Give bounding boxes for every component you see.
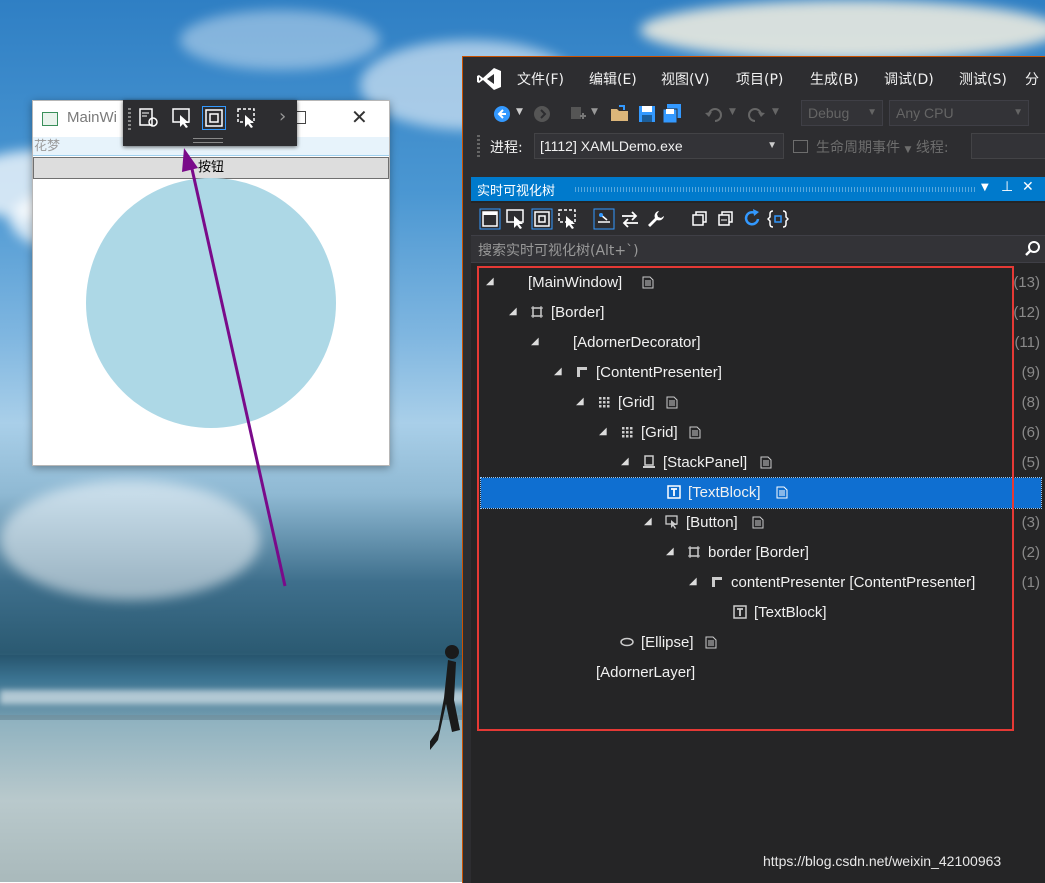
menu-edit[interactable]: 编辑(E)	[589, 69, 637, 89]
back-dropdown-icon[interactable]: ▼	[516, 107, 523, 117]
vs-menu-bar: 文件(F) 编辑(E) 视图(V) 项目(P) 生成(B) 调试(D) 测试(S…	[463, 65, 1045, 93]
forward-icon[interactable]	[531, 103, 553, 125]
in-app-toolbar: ›	[123, 100, 297, 146]
chevron-right-icon[interactable]: ›	[279, 106, 286, 127]
descendant-count: (2)	[1021, 544, 1040, 561]
lifecycle-events-button[interactable]: 生命周期事件 ▼ 线程:	[793, 137, 949, 157]
menu-debug[interactable]: 调试(D)	[884, 69, 934, 89]
menu-more[interactable]: 分	[1025, 69, 1039, 89]
close-icon[interactable]: ✕	[1022, 179, 1034, 195]
redo-icon[interactable]	[745, 103, 767, 125]
track-focused-element-icon[interactable]	[557, 208, 579, 230]
panel-title: 实时可视化树	[477, 184, 556, 199]
vs-standard-toolbar: ▼ ▼ ▼ ▼ Debug ▼ Any CPU ▼	[463, 99, 1045, 129]
toolbar-grip-icon[interactable]	[128, 108, 131, 130]
beach	[0, 720, 470, 882]
show-in-app-toolbar-icon[interactable]	[479, 208, 501, 230]
runner-silhouette	[430, 645, 460, 750]
lifecycle-events-label: 生命周期事件	[816, 140, 900, 156]
descendant-count: (13)	[1013, 274, 1040, 291]
save-all-icon[interactable]	[661, 103, 683, 125]
open-folder-icon[interactable]	[609, 103, 631, 125]
app-main-window: MainWi ✕ 花梦 按钮	[32, 100, 390, 466]
save-icon[interactable]	[636, 103, 658, 125]
window-icon	[42, 112, 58, 126]
app-button[interactable]: 按钮	[33, 157, 389, 179]
bindings-icon[interactable]	[767, 208, 789, 230]
panel-toolbar	[471, 203, 1045, 235]
refresh-icon[interactable]	[741, 208, 763, 230]
thread-label: 线程:	[915, 140, 949, 156]
cloud	[0, 480, 260, 600]
show-just-my-xaml-icon[interactable]	[593, 208, 615, 230]
process-value: [1112] XAMLDemo.exe	[540, 138, 683, 154]
back-icon[interactable]	[491, 103, 513, 125]
chevron-down-icon: ▼	[867, 107, 877, 118]
close-icon[interactable]: ✕	[351, 105, 368, 129]
select-element-icon[interactable]	[170, 106, 194, 130]
collapse-all-icon[interactable]	[715, 208, 737, 230]
search-box[interactable]: 搜索实时可视化树(Alt+`)	[471, 235, 1045, 263]
descendant-count: (8)	[1021, 394, 1040, 411]
switch-tree-icon[interactable]	[619, 208, 641, 230]
chevron-down-icon: ▼	[904, 145, 912, 155]
process-combo[interactable]: [1112] XAMLDemo.exe ▼	[534, 133, 784, 159]
descendant-count: (5)	[1021, 454, 1040, 471]
search-input[interactable]: 搜索实时可视化树(Alt+`)	[478, 240, 639, 260]
app-window-title: MainWi	[67, 109, 118, 126]
pin-icon[interactable]: ⊥	[1001, 179, 1013, 195]
descendant-count: (6)	[1021, 424, 1040, 441]
select-element-icon[interactable]	[505, 208, 527, 230]
solution-platform-combo[interactable]: Any CPU ▼	[889, 100, 1029, 126]
redo-dropdown-icon[interactable]: ▼	[772, 107, 779, 117]
search-icon[interactable]	[1024, 240, 1042, 258]
display-layout-adorners-icon[interactable]	[531, 208, 553, 230]
thread-combo[interactable]	[971, 133, 1045, 159]
chevron-down-icon: ▼	[1013, 107, 1023, 118]
wrench-icon[interactable]	[645, 208, 667, 230]
cloud	[640, 0, 1045, 60]
annotation-highlight-box	[477, 266, 1014, 731]
watermark: https://blog.csdn.net/weixin_42100963	[763, 853, 1002, 869]
menu-project[interactable]: 项目(P)	[736, 69, 783, 89]
track-focused-element-icon[interactable]	[235, 106, 259, 130]
display-layout-adorners-icon[interactable]	[202, 106, 226, 130]
app-ellipse	[86, 178, 336, 428]
expand-all-icon[interactable]	[689, 208, 711, 230]
title-grip	[575, 187, 975, 192]
panel-title-bar: 实时可视化树 ▼ ⊥ ✕	[471, 177, 1045, 201]
menu-build[interactable]: 生成(B)	[810, 69, 859, 89]
cloud	[180, 10, 380, 70]
menu-file[interactable]: 文件(F)	[517, 69, 564, 89]
descendant-count: (3)	[1021, 514, 1040, 531]
toolbar-grip-icon[interactable]	[477, 135, 480, 157]
new-dropdown-icon[interactable]: ▼	[591, 107, 598, 117]
menu-view[interactable]: 视图(V)	[661, 69, 710, 89]
descendant-count: (9)	[1021, 364, 1040, 381]
undo-icon[interactable]	[703, 103, 725, 125]
surf	[0, 690, 470, 704]
vs-debug-location-toolbar: 进程: [1112] XAMLDemo.exe ▼ 生命周期事件 ▼ 线程:	[463, 131, 1045, 161]
menu-test[interactable]: 测试(S)	[959, 69, 1007, 89]
solution-configuration-value: Debug	[808, 105, 850, 121]
solution-platform-value: Any CPU	[896, 105, 954, 121]
undo-dropdown-icon[interactable]: ▼	[729, 107, 736, 117]
solution-configuration-combo[interactable]: Debug ▼	[801, 100, 883, 126]
panel-menu-dropdown-icon[interactable]: ▼	[981, 182, 989, 193]
ocean	[0, 655, 470, 715]
process-label: 进程:	[490, 140, 523, 156]
go-to-live-visual-tree-icon[interactable]	[137, 106, 161, 130]
descendant-count: (1)	[1021, 574, 1040, 591]
lifecycle-events-icon	[793, 140, 808, 153]
new-item-icon[interactable]	[567, 103, 589, 125]
visual-studio-logo-icon	[477, 68, 501, 90]
chevron-down-icon: ▼	[767, 140, 777, 151]
descendant-count: (11)	[1014, 334, 1040, 351]
descendant-count: (12)	[1013, 304, 1040, 321]
toolbar-collapse-handle[interactable]	[193, 138, 223, 143]
